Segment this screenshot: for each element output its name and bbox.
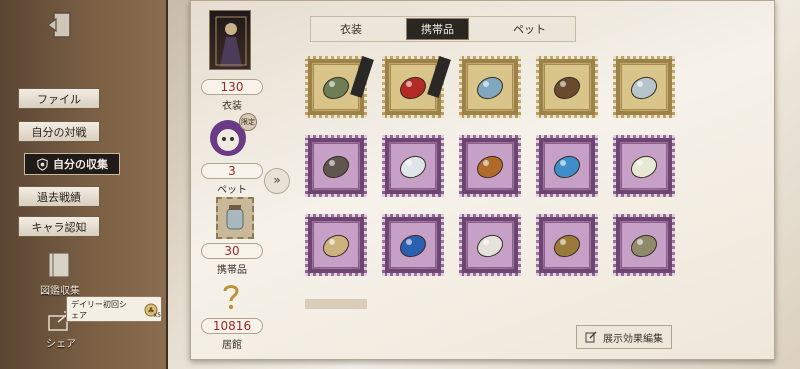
edit-button-label: 展示効果編集 [603, 333, 663, 345]
crystal-icon [476, 234, 504, 258]
accessory-item[interactable] [305, 214, 367, 276]
accessory-item[interactable] [305, 56, 374, 118]
stone-icon [322, 155, 350, 179]
accessory-item[interactable] [305, 135, 367, 197]
item-frame [390, 222, 436, 268]
orb-icon [630, 155, 658, 179]
book-icon[interactable] [44, 250, 74, 280]
limited-tag: 限定 [239, 113, 257, 131]
accessory-item[interactable] [613, 56, 675, 118]
item-frame [313, 143, 359, 189]
torch-icon [553, 76, 581, 100]
item-frame [544, 64, 590, 110]
pet-label: ペット [217, 185, 247, 196]
accessory-item[interactable] [536, 135, 598, 197]
whale-icon [553, 155, 581, 179]
accessory-item[interactable] [382, 214, 444, 276]
edit-display-effects-button[interactable]: 展示効果編集 [576, 325, 672, 349]
category-tabs: 衣装 携帯品 ペット [310, 16, 576, 42]
residence-count: 10816 [201, 318, 263, 334]
crab-icon [476, 155, 504, 179]
accessory-item[interactable] [459, 135, 521, 197]
item-frame [467, 222, 513, 268]
item-frame [544, 143, 590, 189]
accessory-label: 携帯品 [217, 265, 247, 276]
residence-label: 居館 [222, 340, 242, 351]
costume-card-image[interactable] [209, 10, 251, 70]
jar-icon [226, 205, 244, 230]
tab-pet[interactable]: ペット [499, 19, 560, 39]
item-frame [544, 222, 590, 268]
item-frame [467, 64, 513, 110]
question-mark-icon[interactable] [219, 282, 243, 312]
sidebar-item-my-collection[interactable]: 自分の収集 [24, 153, 120, 175]
dragonfly-icon [630, 234, 658, 258]
double-chevron-right-icon: » [273, 173, 281, 187]
accessory-item[interactable] [613, 214, 675, 276]
scroll-icon [322, 234, 350, 258]
tooltip-reward: x5 [153, 312, 161, 319]
costume-figure-icon [215, 16, 247, 67]
accessory-thumbnail[interactable] [216, 197, 254, 239]
shield-icon [37, 157, 48, 171]
lantern-icon [553, 234, 581, 258]
ghost-icon [399, 155, 427, 179]
accessory-item[interactable] [459, 214, 521, 276]
accessory-item[interactable] [613, 135, 675, 197]
sidebar: ファイル 自分の対戦 自分の収集 過去戦績 キャラ認知 図鑑収集 シェア デイリ… [0, 0, 168, 369]
accessory-item[interactable] [382, 56, 451, 118]
accessory-item[interactable] [459, 56, 521, 118]
jar-icon [630, 76, 658, 100]
accessory-item[interactable] [536, 56, 598, 118]
umbrella-icon [399, 234, 427, 258]
tab-accessory[interactable]: 携帯品 [406, 18, 469, 40]
sidebar-item-file[interactable]: ファイル [18, 88, 100, 109]
costume-count: 130 [201, 79, 263, 95]
expand-arrow-button[interactable]: » [264, 168, 290, 194]
item-frame [313, 222, 359, 268]
sidebar-item-label: キャラ認知 [31, 220, 87, 234]
tab-costume[interactable]: 衣装 [326, 19, 376, 39]
sidebar-item-label: 自分の対戦 [31, 125, 87, 139]
item-frame [467, 143, 513, 189]
daily-share-tooltip: デイリー初回シ ェア ♣ x5 [66, 296, 162, 322]
item-frame [621, 64, 667, 110]
item-frame [390, 143, 436, 189]
accessory-count: 30 [201, 243, 263, 259]
sidebar-item-past-records[interactable]: 過去戦績 [18, 186, 100, 207]
glass-box-icon [476, 76, 504, 100]
sidebar-item-label: ファイル [37, 92, 81, 106]
exit-door-icon[interactable] [44, 10, 74, 40]
edit-icon [585, 331, 597, 343]
item-frame [621, 143, 667, 189]
wine-bottle-icon [322, 76, 350, 100]
item-frame [621, 222, 667, 268]
costume-label: 衣装 [222, 101, 242, 112]
accessory-item[interactable] [536, 214, 598, 276]
sidebar-item-character-recognition[interactable]: キャラ認知 [18, 216, 100, 237]
red-book-icon [399, 76, 427, 100]
sidebar-item-label: 過去戦績 [37, 190, 81, 204]
accessory-item[interactable] [382, 135, 444, 197]
share-label: シェア [46, 339, 76, 350]
book-collection-label: 図鑑収集 [40, 286, 80, 297]
pet-count: 3 [201, 163, 263, 179]
sidebar-item-label: 自分の収集 [53, 158, 108, 171]
partial-item-row [305, 299, 367, 309]
sidebar-item-my-matches[interactable]: 自分の対戦 [18, 121, 100, 142]
